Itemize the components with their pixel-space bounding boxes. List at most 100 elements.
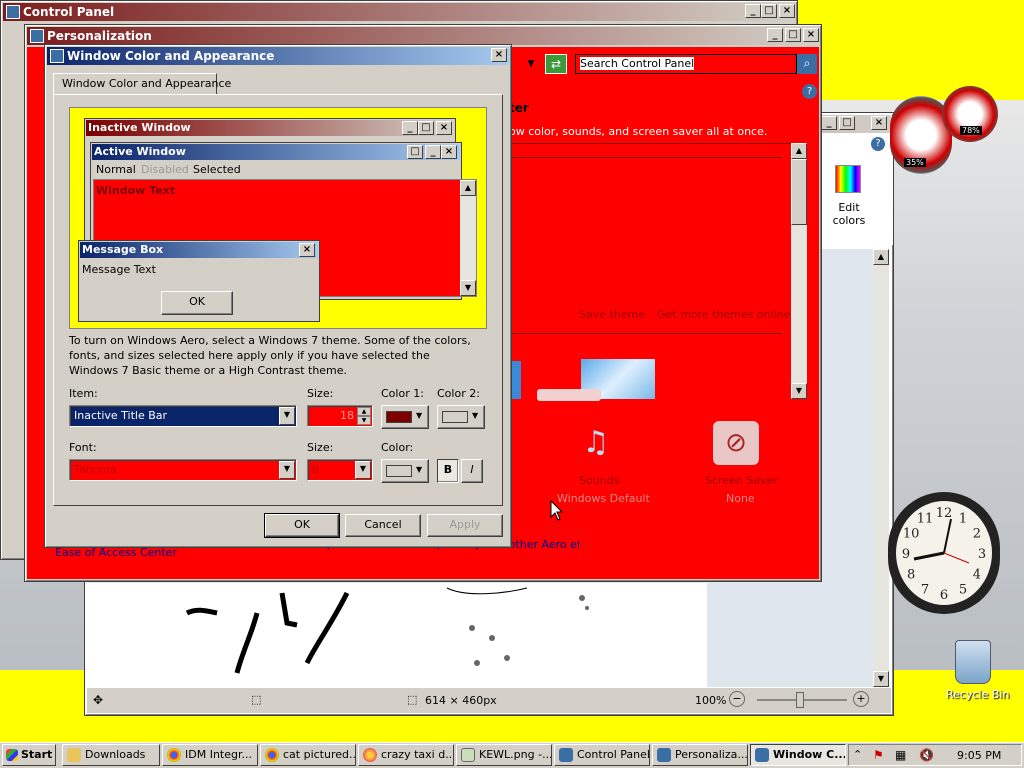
- clock-gadget[interactable]: 12 1 2 3 4 5 6 7 8 9 10 11: [888, 492, 1000, 614]
- scroll-up-button[interactable]: ▲: [791, 143, 807, 159]
- close-button[interactable]: ×: [871, 116, 887, 130]
- network-icon[interactable]: ▦: [895, 748, 906, 762]
- zoom-slider-thumb[interactable]: [796, 692, 804, 708]
- divider: [509, 333, 781, 334]
- search-icon[interactable]: ⌕: [797, 54, 817, 74]
- size-spinner[interactable]: 18 ▲ ▼: [307, 405, 373, 427]
- taskbar-item-kewl[interactable]: KEWL.png -...: [456, 744, 552, 766]
- taskbar-item-control-panel[interactable]: Control Panel: [554, 744, 650, 766]
- clock-number: 9: [902, 547, 910, 562]
- control-panel-icon: [6, 5, 20, 19]
- taskbar-item-window-color[interactable]: Window C...: [750, 744, 846, 766]
- zoom-in-button[interactable]: +: [853, 691, 869, 707]
- apply-button[interactable]: Apply: [427, 514, 503, 537]
- scroll-down-button[interactable]: ▼: [791, 383, 807, 399]
- chrome-icon: [265, 748, 279, 762]
- preview-close-icon: ×: [441, 145, 457, 159]
- item-dropdown[interactable]: Inactive Title Bar ▼: [69, 405, 297, 427]
- sounds-label[interactable]: Sounds: [579, 474, 619, 487]
- taskbar-item-idm[interactable]: IDM Integr...: [162, 744, 258, 766]
- sounds-value: Windows Default: [557, 492, 650, 505]
- minimize-button[interactable]: _: [745, 4, 761, 18]
- zoom-out-button[interactable]: −: [729, 691, 745, 707]
- taskbar-item-personalization[interactable]: Personaliza...: [652, 744, 748, 766]
- taskbar-item-downloads[interactable]: Downloads: [62, 744, 160, 766]
- get-more-themes-link[interactable]: Get more themes online: [657, 308, 790, 321]
- preview-scrollbar: ▲ ▼: [460, 180, 476, 296]
- screensaver-icon[interactable]: ⊘: [713, 421, 759, 465]
- chevron-down-icon[interactable]: ▼: [355, 461, 371, 479]
- close-button[interactable]: ×: [491, 48, 507, 62]
- recycle-bin-icon[interactable]: [955, 640, 991, 684]
- preview-scroll-down: ▼: [460, 280, 476, 296]
- maximize-button[interactable]: □: [785, 28, 801, 42]
- color2-picker[interactable]: ▼: [437, 405, 485, 429]
- address-bar-dropdown[interactable]: ▼: [521, 55, 541, 73]
- paint-vertical-scrollbar[interactable]: ▲ ▼: [873, 249, 889, 687]
- preview-close-icon: ×: [436, 121, 452, 135]
- scroll-thumb[interactable]: [791, 159, 807, 225]
- font-size-dropdown[interactable]: 8 ▼: [307, 459, 373, 481]
- volume-icon[interactable]: 🔇: [919, 748, 934, 762]
- sounds-icon[interactable]: ♫: [573, 421, 619, 465]
- maximize-button[interactable]: □: [839, 116, 855, 130]
- save-theme-link[interactable]: Save theme: [579, 308, 645, 321]
- help-icon[interactable]: ?: [871, 137, 885, 151]
- clock-time[interactable]: 9:05 PM: [957, 749, 1001, 762]
- recycle-bin-label[interactable]: Recycle Bin: [946, 688, 1009, 701]
- scroll-down-button[interactable]: ▼: [873, 671, 889, 687]
- font-dropdown[interactable]: Tahoma ▼: [69, 459, 297, 481]
- bold-label: B: [443, 463, 453, 476]
- close-button[interactable]: ×: [803, 28, 819, 42]
- personalization-icon: [657, 748, 671, 762]
- dialog-tab[interactable]: Window Color and Appearance: [53, 73, 231, 95]
- maximize-button[interactable]: □: [761, 4, 777, 18]
- dialog-titlebar[interactable]: Window Color and Appearance: [47, 47, 509, 65]
- font-color-picker[interactable]: ▼: [381, 459, 429, 483]
- cancel-label: Cancel: [364, 518, 402, 531]
- cancel-button[interactable]: Cancel: [345, 514, 421, 537]
- memory-meter-gadget[interactable]: 78%: [942, 86, 998, 142]
- zoom-level: 100%: [695, 694, 727, 707]
- preview-menu-selected: Selected: [193, 163, 241, 176]
- window-color-dialog[interactable]: Window Color and Appearance × Window Col…: [44, 44, 512, 548]
- close-button[interactable]: ×: [779, 4, 795, 18]
- image-dimensions: 614 × 460px: [425, 694, 497, 707]
- scroll-up-button[interactable]: ▲: [873, 249, 889, 265]
- search-placeholder: Search Control Panel: [580, 57, 695, 70]
- security-icon[interactable]: ⚑: [873, 748, 884, 762]
- taskbar-item-label: KEWL.png -...: [479, 748, 552, 761]
- appearance-preview[interactable]: Inactive Window _ □ × Active Window _ × …: [69, 107, 487, 329]
- chevron-down-icon[interactable]: ▼: [279, 407, 295, 425]
- chevron-down-icon[interactable]: ▼: [279, 461, 295, 479]
- chrome-icon: [167, 748, 181, 762]
- taskbar-item-cat[interactable]: cat pictured...: [260, 744, 356, 766]
- minimize-button[interactable]: _: [821, 116, 837, 130]
- start-button[interactable]: Start: [2, 744, 56, 766]
- theme-thumbnail[interactable]: [537, 389, 601, 401]
- paint-canvas[interactable]: [87, 583, 707, 687]
- minimize-button[interactable]: _: [767, 28, 783, 42]
- taskbar-item-crazy-taxi[interactable]: crazy taxi d...: [358, 744, 454, 766]
- ok-button[interactable]: OK: [264, 513, 340, 538]
- help-icon[interactable]: ?: [802, 84, 817, 99]
- show-hidden-icons-icon[interactable]: ⌃: [853, 748, 862, 761]
- spin-down-button[interactable]: ▼: [357, 416, 371, 425]
- edit-colors-label[interactable]: Edit colors: [829, 201, 869, 227]
- folder-icon: [67, 748, 81, 762]
- search-input[interactable]: Search Control Panel: [575, 54, 797, 74]
- control-panel-titlebar[interactable]: Control Panel: [3, 3, 795, 21]
- themes-scrollbar[interactable]: ▲ ▼: [791, 143, 807, 399]
- clock-number: 10: [903, 527, 920, 542]
- refresh-button[interactable]: ⇄: [545, 54, 567, 74]
- color1-picker[interactable]: ▼: [381, 405, 429, 429]
- spin-up-button[interactable]: ▲: [357, 407, 371, 416]
- screensaver-label[interactable]: Screen Saver: [705, 474, 778, 487]
- size-value[interactable]: 18: [340, 409, 354, 422]
- font-size-label: Size:: [307, 441, 334, 454]
- color-palette-icon[interactable]: [835, 165, 861, 193]
- personalization-titlebar[interactable]: Personalization: [27, 27, 819, 45]
- themes-list[interactable]: [509, 143, 805, 399]
- italic-button[interactable]: I: [461, 459, 483, 483]
- bold-button[interactable]: B: [437, 459, 459, 483]
